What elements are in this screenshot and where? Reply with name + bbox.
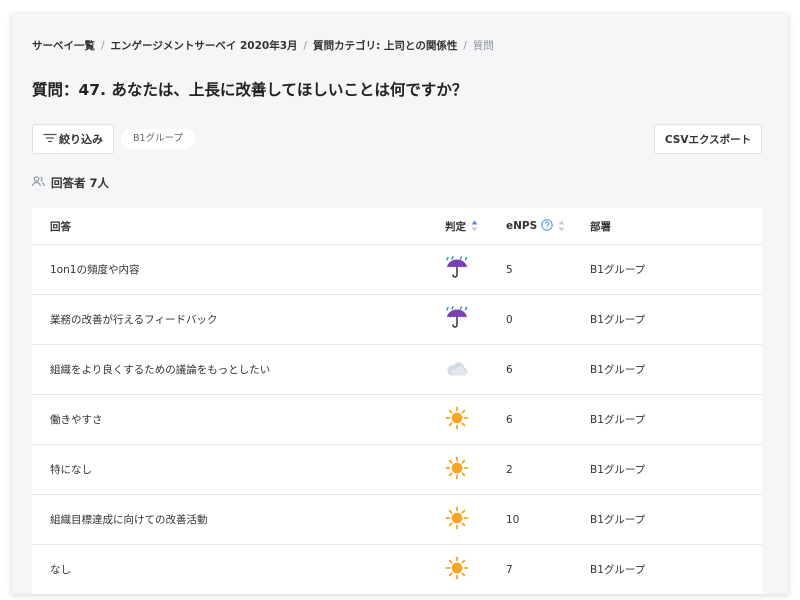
table-header: 回答 判定 eNPS 部署	[32, 208, 762, 245]
header-dept: 部署	[590, 220, 611, 233]
help-icon[interactable]	[541, 218, 553, 234]
header-answer: 回答	[50, 220, 71, 233]
sun-icon	[445, 406, 469, 433]
breadcrumb-survey[interactable]: エンゲージメントサーベイ 2020年3月	[111, 40, 298, 52]
page-title: 質問：47. あなたは、上長に改善してほしいことは何ですか？	[32, 81, 468, 99]
answers-table: 回答 判定 eNPS 部署 1on1の頻度や内容 5 B1グループ 業務の改善が行える…	[32, 208, 762, 594]
answer-cell: 働きやすさ	[50, 414, 103, 426]
table-row: 組織をより良くするための議論をもっとしたい 6 B1グループ	[32, 345, 762, 395]
header-judge-label: 判定	[445, 220, 466, 233]
header-enps[interactable]: eNPS	[506, 208, 565, 244]
dept-cell: B1グループ	[590, 414, 646, 426]
judge-cell	[445, 295, 469, 344]
table-body: 1on1の頻度や内容 5 B1グループ 業務の改善が行えるフィードバック 0 B1グループ…	[32, 245, 762, 594]
breadcrumb-survey-list[interactable]: サーベイ一覧	[32, 40, 95, 52]
breadcrumb: サーベイ一覧 / エンゲージメントサーベイ 2020年3月 / 質問カテゴリ: 上司との…	[32, 38, 494, 53]
breadcrumb-separator: /	[303, 40, 308, 52]
enps-cell: 2	[506, 463, 513, 476]
answer-cell: なし	[50, 564, 71, 576]
table-row: 1on1の頻度や内容 5 B1グループ	[32, 245, 762, 295]
answer-cell: 組織目標達成に向けての改善活動	[50, 514, 208, 526]
dept-cell: B1グループ	[590, 464, 646, 476]
csv-export-button[interactable]: CSVエクスポート	[654, 124, 762, 154]
umbrella-rain-icon	[445, 306, 469, 333]
users-icon	[32, 176, 51, 190]
table-row: 特になし 2 B1グループ	[32, 445, 762, 495]
dept-cell: B1グループ	[590, 364, 646, 376]
judge-cell	[445, 245, 469, 294]
judge-cell	[445, 495, 469, 544]
filter-button-label: 絞り込み	[59, 133, 103, 146]
answer-cell: 業務の改善が行えるフィードバック	[50, 314, 218, 326]
judge-cell	[445, 345, 469, 394]
judge-cell	[445, 545, 469, 594]
cloud-icon	[445, 359, 469, 380]
dept-cell: B1グループ	[590, 264, 646, 276]
sort-icon[interactable]	[471, 220, 478, 232]
judge-cell	[445, 445, 469, 494]
filter-chip[interactable]: B1グループ	[121, 129, 195, 149]
breadcrumb-separator: /	[101, 40, 105, 52]
breadcrumb-category[interactable]: 質問カテゴリ: 上司との関係性	[313, 40, 457, 52]
app-frame: サーベイ一覧 / エンゲージメントサーベイ 2020年3月 / 質問カテゴリ: 上司との…	[12, 14, 788, 594]
answer-cell: 1on1の頻度や内容	[50, 264, 140, 276]
enps-cell: 6	[506, 363, 513, 376]
sun-icon	[445, 556, 469, 583]
judge-cell	[445, 395, 469, 444]
enps-cell: 6	[506, 413, 513, 426]
sort-icon[interactable]	[558, 220, 565, 232]
enps-cell: 10	[506, 513, 520, 526]
dept-cell: B1グループ	[590, 314, 646, 326]
enps-cell: 5	[506, 263, 513, 276]
table-row: 働きやすさ 6 B1グループ	[32, 395, 762, 445]
answer-cell: 特になし	[50, 464, 92, 476]
umbrella-rain-icon	[445, 256, 469, 283]
header-judge[interactable]: 判定	[445, 208, 478, 244]
sun-icon	[445, 456, 469, 483]
filter-button[interactable]: 絞り込み	[32, 124, 114, 154]
table-row: 組織目標達成に向けての改善活動 10 B1グループ	[32, 495, 762, 545]
respondents-count: 回答者 7人	[32, 175, 109, 191]
sun-icon	[445, 506, 469, 533]
dept-cell: B1グループ	[590, 514, 646, 526]
breadcrumb-separator: /	[463, 40, 467, 52]
enps-cell: 7	[506, 563, 513, 576]
breadcrumb-current: 質問	[472, 40, 494, 52]
table-row: 業務の改善が行えるフィードバック 0 B1グループ	[32, 295, 762, 345]
table-row: なし 7 B1グループ	[32, 545, 762, 594]
respondents-label: 回答者 7人	[51, 176, 110, 190]
enps-cell: 0	[506, 313, 513, 326]
header-enps-label: eNPS	[506, 220, 538, 232]
filter-icon	[43, 133, 59, 146]
dept-cell: B1グループ	[590, 564, 646, 576]
answer-cell: 組織をより良くするための議論をもっとしたい	[50, 364, 271, 376]
